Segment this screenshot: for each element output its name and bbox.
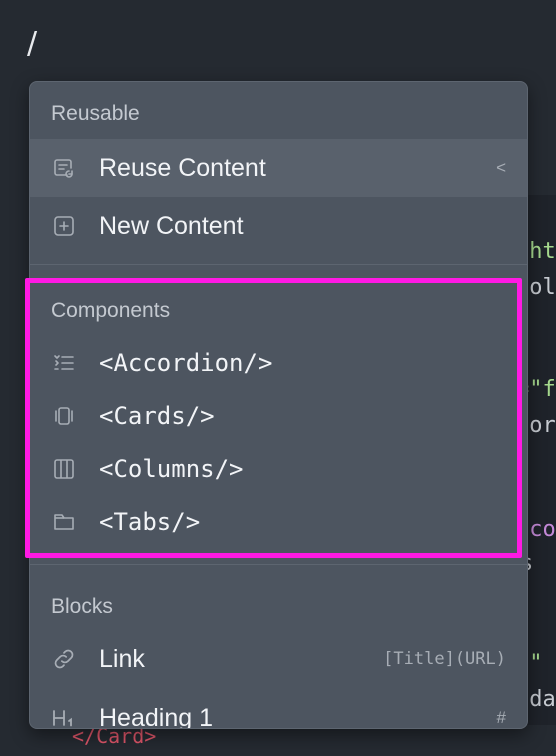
menu-item-cards[interactable]: <Cards/> [30, 387, 527, 445]
section-label-blocks: Blocks [51, 595, 113, 618]
columns-icon [51, 456, 77, 482]
menu-item-label: <Accordion/> [99, 349, 273, 377]
section-label-reusable: Reusable [51, 102, 140, 125]
section-divider [30, 264, 527, 265]
menu-item-accordion[interactable]: <Accordion/> [30, 334, 527, 392]
menu-item-label: Reuse Content [99, 153, 266, 182]
menu-item-label: <Cards/> [99, 402, 215, 430]
menu-item-label: Link [99, 644, 145, 673]
menu-item-label: New Content [99, 211, 244, 240]
menu-item-label: <Columns/> [99, 455, 244, 483]
menu-item-label: <Tabs/> [99, 508, 201, 536]
menu-item-label: Heading 1 [99, 703, 213, 729]
shortcut-hint: # [496, 708, 506, 727]
editor-slash-command: / [27, 26, 38, 61]
shortcut-hint: [Title](URL) [383, 649, 506, 669]
menu-item-link[interactable]: Link [Title](URL) [30, 630, 527, 688]
link-icon [51, 646, 77, 672]
heading-1-icon [51, 705, 77, 728]
reuse-content-icon [51, 155, 77, 181]
menu-item-columns[interactable]: <Columns/> [30, 440, 527, 498]
plus-square-icon [51, 213, 77, 239]
accordion-icon [51, 350, 77, 376]
menu-item-reuse-content[interactable]: Reuse Content < [30, 139, 527, 197]
section-label-components: Components [51, 299, 171, 322]
submenu-chevron-icon: < [496, 158, 506, 177]
slash-command-menu: Reusable Reuse Content < New Content Com… [29, 81, 528, 729]
menu-item-heading-1[interactable]: Heading 1 # [30, 689, 527, 729]
section-divider [30, 564, 527, 565]
cards-icon [51, 403, 77, 429]
menu-item-tabs[interactable]: <Tabs/> [30, 493, 527, 551]
menu-item-new-content[interactable]: New Content [30, 197, 527, 255]
tabs-icon [51, 509, 77, 535]
